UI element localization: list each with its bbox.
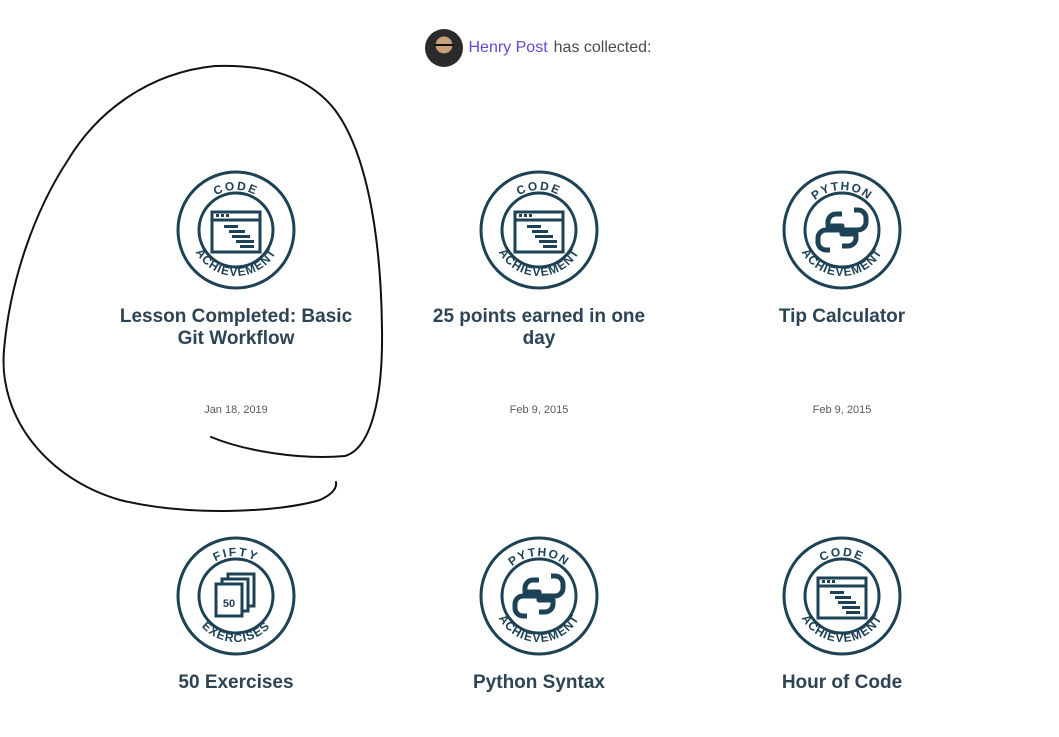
badge-title: 25 points earned in one day xyxy=(432,306,646,349)
badge-title: 50 Exercises xyxy=(178,672,294,693)
svg-text:PYTHON: PYTHON xyxy=(808,179,875,203)
code-window-icon xyxy=(210,210,262,254)
badge-title: Python Syntax xyxy=(473,672,605,693)
python-logo-icon xyxy=(512,573,566,619)
svg-text:50: 50 xyxy=(223,598,235,610)
profile-name-link[interactable]: Henry Post xyxy=(469,39,548,57)
badge-card-5[interactable]: CODE ACHIEVEMENT Hour of Code xyxy=(717,534,967,694)
svg-text:CODE: CODE xyxy=(817,545,867,564)
badge-title: Lesson Completed: Basic Git Workflow xyxy=(119,306,353,349)
code-achievement-badge: CODE ACHIEVEMENT xyxy=(782,536,902,656)
badge-date: Feb 9, 2015 xyxy=(812,404,872,416)
svg-text:EXERCISES: EXERCISES xyxy=(199,619,272,646)
badge-card-2[interactable]: PYTHON ACHIEVEMENT Tip Calculator Feb 9,… xyxy=(717,168,967,416)
badge-date: Feb 9, 2015 xyxy=(509,404,569,416)
code-achievement-badge: CODE ACHIEVEMENT xyxy=(176,170,296,290)
code-window-icon xyxy=(513,210,565,254)
fifty-exercises-badge: FIFTY EXERCISES 50 xyxy=(176,536,296,656)
python-logo-icon xyxy=(815,207,869,253)
python-achievement-badge: PYTHON ACHIEVEMENT xyxy=(782,170,902,290)
svg-text:ACHIEVEMENT: ACHIEVEMENT xyxy=(799,246,885,279)
badge-title: Hour of Code xyxy=(781,672,903,693)
badge-card-4[interactable]: PYTHON ACHIEVEMENT Python Syntax xyxy=(414,534,664,694)
svg-text:PYTHON: PYTHON xyxy=(505,545,572,569)
python-achievement-badge: PYTHON ACHIEVEMENT xyxy=(479,536,599,656)
badge-title: Tip Calculator xyxy=(778,306,906,327)
badge-card-3[interactable]: FIFTY EXERCISES 50 50 Exercises xyxy=(111,534,361,694)
badge-date: Jan 18, 2019 xyxy=(204,404,268,416)
code-achievement-badge: CODE ACHIEVEMENT xyxy=(479,170,599,290)
avatar[interactable] xyxy=(424,29,463,67)
badge-card-0[interactable]: CODE ACHIEVEMENT Lesson Completed: Basic… xyxy=(111,168,361,416)
badge-card-1[interactable]: CODE ACHIEVEMENT 25 points earned in one… xyxy=(414,168,664,416)
code-window-icon xyxy=(816,576,868,620)
collector-header: Henry Post has collected: xyxy=(0,27,1059,69)
collected-label: has collected: xyxy=(553,39,652,56)
svg-text:ACHIEVEMENT: ACHIEVEMENT xyxy=(496,612,582,645)
svg-text:CODE: CODE xyxy=(211,179,261,198)
svg-text:CODE: CODE xyxy=(514,179,564,198)
svg-text:FIFTY: FIFTY xyxy=(211,545,262,564)
